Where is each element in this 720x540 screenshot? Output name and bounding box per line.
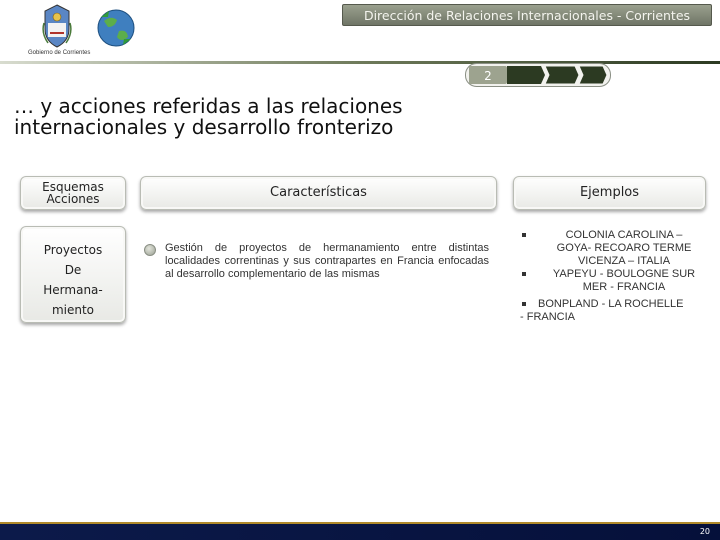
example-line: COLONIA CAROLINA – [565,229,683,241]
characteristics-description: Gestión de proyectos de hermanamiento en… [165,242,489,280]
logo-caption: Gobierno de Corrientes [28,50,91,56]
slide-title-line2: internacionales y desarrollo fronterizo [14,115,394,139]
example-line: BONPLAND - LA ROCHELLE [538,298,684,310]
row-label-twinning-projects: Proyectos De Hermana- miento [20,226,126,323]
example-line: GOYA- RECOARO TERME [556,242,692,254]
row-label-line2: De [64,263,82,277]
header-divider [0,61,720,64]
header-title-bar: Dirección de Relaciones Internacionales … [342,4,712,26]
example-line: VICENZA – ITALIA [577,255,671,267]
square-bullet-icon [522,233,526,237]
recycling-globe-icon [97,9,135,47]
round-bullet-icon [144,244,156,256]
example-line: - FRANCIA [520,311,575,323]
example-item: BONPLAND - LA ROCHELLE - FRANCIA [520,298,710,324]
row-label-line1: Proyectos [43,243,103,257]
column-header-examples: Ejemplos [513,176,706,210]
row-label-line4: miento [51,303,95,317]
row-label-line3: Hermana- [43,283,103,297]
column-header-schemes: Esquemas Acciones [20,176,126,210]
square-bullet-icon [522,302,526,306]
province-shield-icon [42,4,72,48]
example-item: YAPEYU - BOULOGNE SUR MER - FRANCIA [520,268,710,294]
square-bullet-icon [522,272,526,276]
example-line: MER - FRANCIA [582,281,666,293]
column-header-schemes-line2: Acciones [46,192,100,206]
footer-bar [0,524,720,540]
example-item: COLONIA CAROLINA – GOYA- RECOARO TERME V… [520,229,710,268]
slide-title: … y acciones referidas a las relaciones … [14,96,534,138]
page-number: 20 [699,527,710,536]
column-header-characteristics: Características [140,176,497,210]
example-line: YAPEYU - BOULOGNE SUR [552,268,696,280]
examples-list: COLONIA CAROLINA – GOYA- RECOARO TERME V… [520,229,710,324]
pager-current-label: 2 [484,69,492,83]
